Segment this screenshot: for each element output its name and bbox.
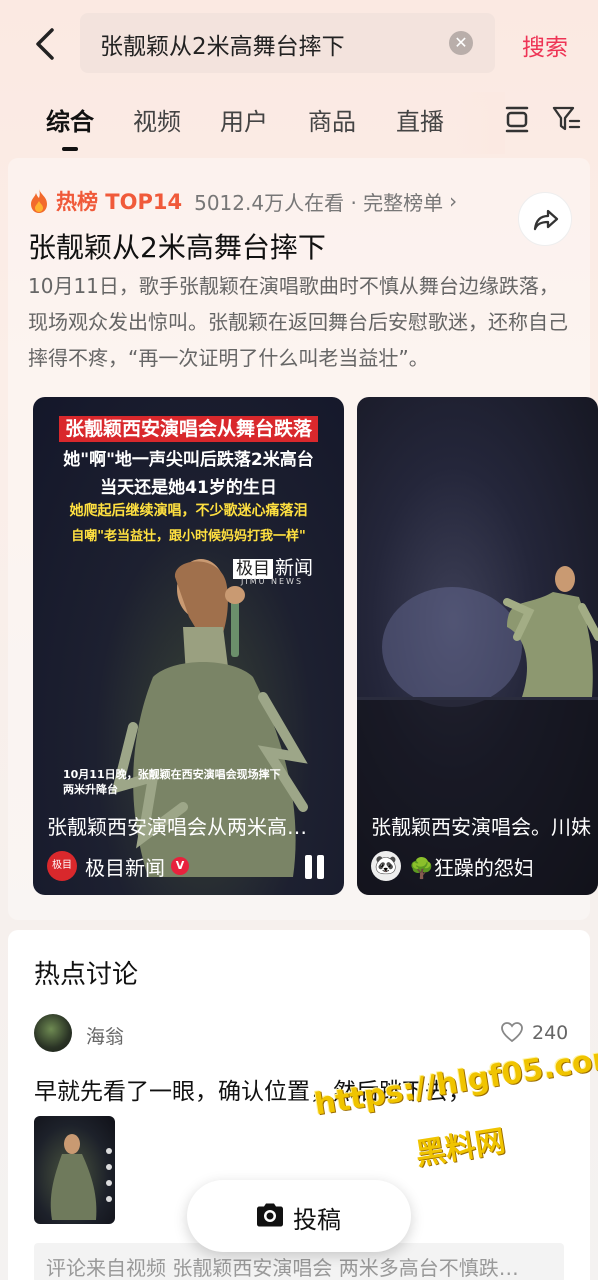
overlay-line-2: 她"啊"地一声尖叫后跌落2米高台 (63, 450, 314, 470)
avatar[interactable]: 极目 (47, 851, 77, 881)
overlay-headline: 张靓颖西安演唱会从舞台跌落 (33, 414, 344, 442)
news-logo-subtitle: JIMU NEWS (241, 577, 304, 586)
camera-icon (257, 1203, 283, 1227)
video-author[interactable]: 极目 极目新闻 V (47, 851, 189, 881)
verified-badge-icon: V (171, 857, 189, 875)
chevron-right-icon: › (449, 189, 458, 213)
tab-all[interactable]: 综合 (46, 102, 94, 137)
back-arrow-icon[interactable] (28, 22, 62, 66)
hot-rank-badge: 热榜 TOP14 (56, 190, 183, 214)
source-text: 评论来自视频 张靓颖西安演唱会 两米多高台不慎跌… (46, 1256, 519, 1280)
active-tab-indicator (62, 147, 78, 151)
tab-users[interactable]: 用户 (220, 102, 268, 137)
comment-image-figure (50, 1134, 97, 1220)
flame-icon (31, 189, 47, 213)
discussion-heading: 热点讨论 (34, 960, 139, 990)
search-button[interactable]: 搜索 (522, 28, 568, 62)
top-bar: 张靓颖从2米高舞台摔下 ✕ 搜索 (0, 0, 598, 88)
video-card-2[interactable]: 张靓颖西安演唱会。川妹 🐼 🌳狂躁的怨妇 (357, 397, 598, 895)
tab-live[interactable]: 直播 (396, 102, 444, 137)
result-tabs: 综合 视频 用户 商品 直播 (0, 92, 598, 154)
tab-video[interactable]: 视频 (133, 102, 181, 137)
heart-icon[interactable] (500, 1021, 524, 1043)
author-name[interactable]: 🌳狂躁的怨妇 (409, 852, 534, 881)
news-logo: 极目 新闻 (233, 553, 313, 580)
overlay-line-3: 当天还是她41岁的生日 (100, 478, 277, 498)
author-name[interactable]: 极目新闻 (85, 852, 165, 881)
post-button-label: 投稿 (293, 1206, 341, 1234)
tab-fade-overlay (455, 92, 505, 154)
overlay-line-5: 自嘲"老当益壮，跟小时候妈妈打我一样" (71, 529, 306, 544)
video-title[interactable]: 张靓颖西安演唱会从两米高… (47, 811, 307, 840)
search-input[interactable]: 张靓颖从2米高舞台摔下 (100, 27, 345, 61)
filter-icon[interactable] (551, 104, 581, 134)
viewer-count: 5012.4万人在看 · 完整榜单 (194, 190, 444, 215)
share-icon (533, 209, 559, 231)
comment-image[interactable] (34, 1116, 115, 1224)
video-card-1[interactable]: 张靓颖西安演唱会从舞台跌落 她"啊"地一声尖叫后跌落2米高台 当天还是她41岁的… (33, 397, 344, 895)
overlay-line-4: 她爬起后继续演唱，不少歌迷心痛落泪 (69, 503, 308, 519)
hot-rank-row[interactable]: 热榜 TOP14 5012.4万人在看 · 完整榜单 › (28, 186, 457, 216)
comment-username[interactable]: 海翁 (86, 1022, 124, 1049)
pause-icon[interactable] (305, 855, 325, 879)
search-box[interactable]: 张靓颖从2米高舞台摔下 ✕ (80, 13, 495, 73)
like-count: 240 (532, 1022, 569, 1044)
avatar[interactable]: 🐼 (371, 851, 401, 881)
tab-goods[interactable]: 商品 (308, 102, 356, 137)
video-author[interactable]: 🐼 🌳狂躁的怨妇 (371, 851, 534, 881)
thumbnail-action-icons (106, 1148, 112, 1212)
video-subtitle: 10月11日晚，张靓颖在西安演唱会现场摔下两米升降台 (63, 768, 281, 796)
topic-description: 10月11日，歌手张靓颖在演唱歌曲时不慎从舞台边缘跌落，现场观众发出惊叫。张靓颖… (28, 274, 568, 370)
video-title[interactable]: 张靓颖西安演唱会。川妹 (371, 811, 591, 840)
clear-search-icon[interactable]: ✕ (449, 31, 473, 55)
avatar[interactable] (34, 1014, 72, 1052)
topic-title[interactable]: 张靓颖从2米高舞台摔下 (28, 226, 326, 266)
list-view-icon[interactable] (503, 104, 531, 134)
post-button[interactable]: 投稿 (187, 1180, 411, 1252)
share-button[interactable] (518, 192, 572, 246)
